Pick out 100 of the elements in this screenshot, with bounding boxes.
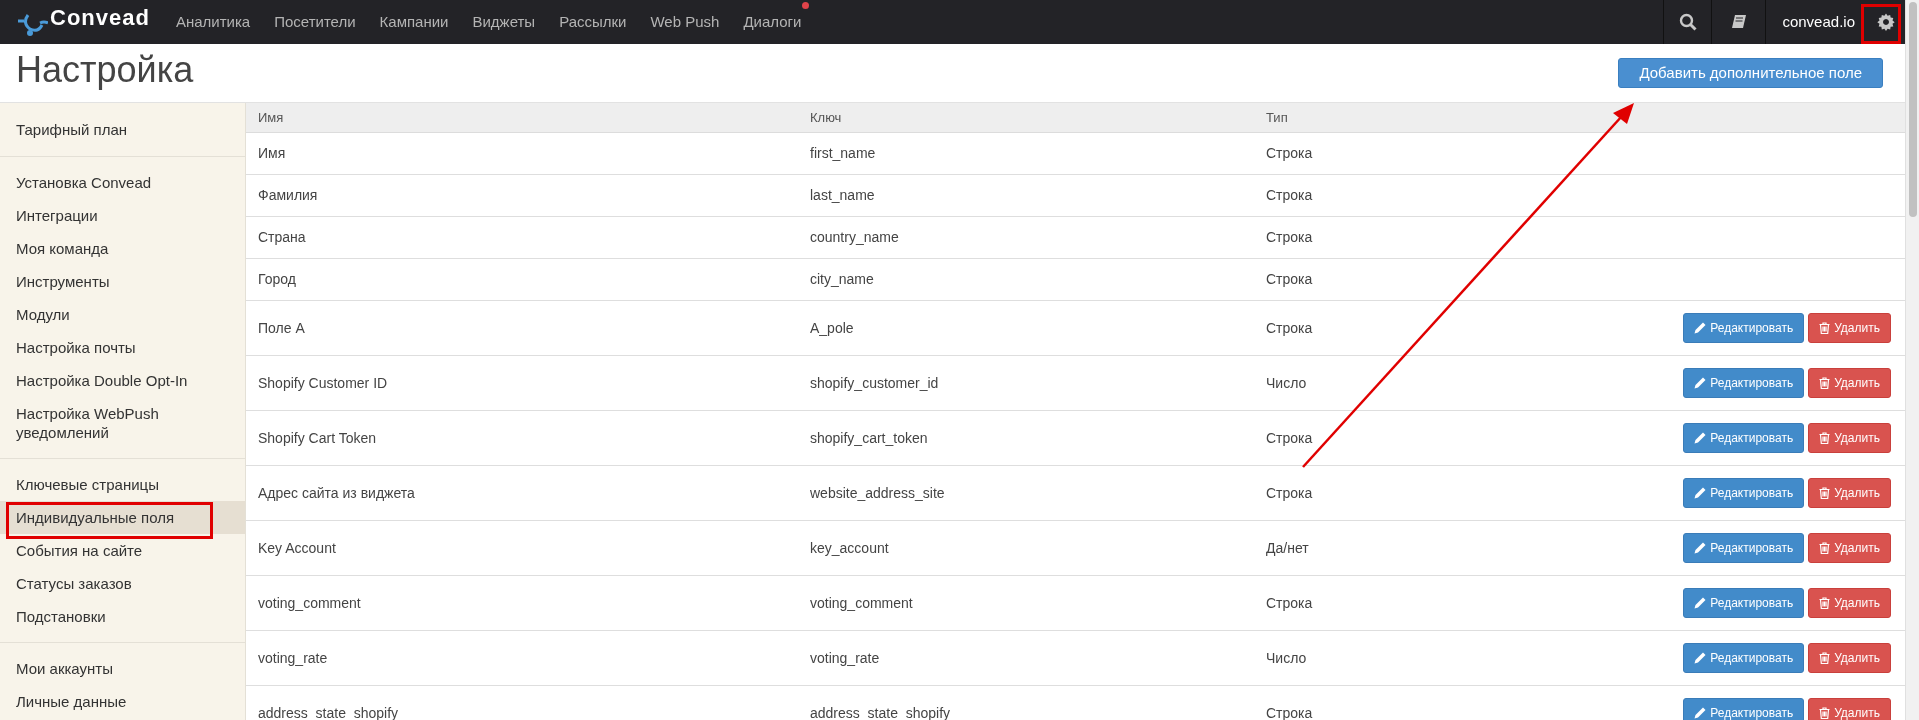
sidebar-item[interactable]: Настройка почты [0, 331, 245, 364]
column-header: Ключ [810, 109, 842, 125]
trash-icon [1819, 597, 1831, 609]
trash-icon [1819, 652, 1831, 664]
table-cell: Строка [1266, 145, 1313, 161]
sidebar-item[interactable]: Индивидуальные поля [0, 501, 245, 534]
table-cell: Число [1266, 649, 1307, 666]
edit-button[interactable]: Редактировать [1683, 643, 1805, 673]
sidebar-item[interactable]: Настройка WebPush уведомлений [0, 397, 245, 449]
sidebar-item[interactable]: Статусы заказов [0, 567, 245, 600]
table-cell: last_name [810, 187, 875, 203]
table-cell: Shopify Cart Token [258, 429, 377, 446]
delete-button[interactable]: Удалить [1808, 313, 1891, 343]
nav-link[interactable]: Кампании [379, 13, 449, 30]
search-icon[interactable] [1678, 13, 1697, 31]
pencil-icon [1694, 322, 1707, 334]
sidebar-item[interactable]: Настройка Double Opt-In [0, 364, 245, 397]
table-cell: Shopify Customer ID [258, 374, 388, 391]
pencil-icon [1694, 652, 1707, 664]
sidebar-item[interactable]: Интеграции [0, 199, 245, 232]
sidebar-item[interactable]: Мои аккаунты [0, 652, 245, 685]
account-name[interactable]: convead.io [1782, 10, 1855, 34]
logo-text[interactable]: Convead [50, 0, 150, 34]
page-title: Настройка [16, 48, 194, 92]
table-cell: address_state_shopify [258, 704, 399, 720]
trash-icon [1819, 322, 1831, 334]
sidebar-item[interactable]: Инструменты [0, 265, 245, 298]
table-cell: city_name [810, 271, 874, 287]
nav-link[interactable]: Рассылки [559, 13, 627, 30]
table-cell: country_name [810, 229, 899, 245]
scrollbar[interactable] [1905, 0, 1919, 720]
table-cell: voting_comment [810, 594, 913, 611]
table-cell: voting_comment [258, 594, 361, 611]
table-cell: Имя [258, 145, 286, 161]
sidebar-item[interactable]: Моя команда [0, 232, 245, 265]
table-cell: A_pole [810, 319, 854, 336]
table-cell: Строка [1266, 229, 1313, 245]
edit-button[interactable]: Редактировать [1683, 533, 1805, 563]
table-cell: website_address_site [810, 484, 945, 501]
sidebar-item[interactable]: Ключевые страницы [0, 468, 245, 501]
edit-button[interactable]: Редактировать [1683, 588, 1805, 618]
edit-button[interactable]: Редактировать [1683, 423, 1805, 453]
trash-icon [1819, 377, 1831, 389]
pencil-icon [1694, 487, 1707, 499]
table-cell: Строка [1266, 271, 1313, 287]
table-cell: first_name [810, 145, 876, 161]
book-icon[interactable] [1729, 13, 1748, 31]
table-cell: key_account [810, 539, 889, 556]
nav-link[interactable]: Аналитика [175, 13, 251, 30]
highlight-box [1861, 4, 1901, 44]
delete-button[interactable]: Удалить [1808, 423, 1891, 453]
delete-button[interactable]: Удалить [1808, 698, 1891, 720]
table-cell: shopify_customer_id [810, 374, 939, 391]
trash-icon [1819, 542, 1831, 554]
table-cell: Поле А [258, 319, 305, 336]
edit-button[interactable]: Редактировать [1683, 368, 1805, 398]
nav-link[interactable]: Web Push [650, 13, 720, 30]
sidebar-item[interactable]: События на сайте [0, 534, 245, 567]
table-cell: Город [258, 271, 296, 287]
table-cell: Строка [1266, 594, 1313, 611]
sidebar-item[interactable]: Подстановки [0, 600, 245, 633]
table-cell: Фамилия [258, 187, 318, 203]
edit-button[interactable]: Редактировать [1683, 313, 1805, 343]
trash-icon [1819, 432, 1831, 444]
delete-button[interactable]: Удалить [1808, 368, 1891, 398]
sidebar-item[interactable]: Модули [0, 298, 245, 331]
pencil-icon [1694, 542, 1707, 554]
pencil-icon [1694, 707, 1707, 719]
table-cell: Key Account [258, 539, 336, 556]
table-cell: voting_rate [810, 649, 880, 666]
column-header: Имя [258, 109, 284, 125]
table-cell: address_state_shopify [810, 704, 951, 720]
table-cell: Строка [1266, 484, 1313, 501]
pencil-icon [1694, 597, 1707, 609]
delete-button[interactable]: Удалить [1808, 643, 1891, 673]
delete-button[interactable]: Удалить [1808, 533, 1891, 563]
delete-button[interactable]: Удалить [1808, 478, 1891, 508]
nav-link[interactable]: Диалоги [743, 13, 802, 30]
trash-icon [1819, 487, 1831, 499]
pencil-icon [1694, 377, 1707, 389]
table-cell: voting_rate [258, 649, 328, 666]
pencil-icon [1694, 432, 1707, 444]
edit-button[interactable]: Редактировать [1683, 478, 1805, 508]
delete-button[interactable]: Удалить [1808, 588, 1891, 618]
table-cell: Да/нет [1266, 539, 1309, 556]
nav-link[interactable]: Посетители [274, 13, 356, 30]
table-cell: Строка [1266, 704, 1313, 720]
nav-link[interactable]: Виджеты [472, 13, 536, 30]
sidebar-item[interactable]: Личные данные [0, 685, 245, 718]
table-cell: shopify_cart_token [810, 429, 928, 446]
table-cell: Число [1266, 374, 1307, 391]
table-cell: Адрес сайта из виджета [258, 484, 415, 501]
edit-button[interactable]: Редактировать [1683, 698, 1805, 720]
trash-icon [1819, 707, 1831, 719]
table-cell: Страна [258, 229, 306, 245]
table-cell: Строка [1266, 187, 1313, 203]
column-header: Тип [1266, 109, 1288, 125]
sidebar-item[interactable]: Установка Convead [0, 166, 245, 199]
sidebar-item[interactable]: Тарифный план [0, 113, 245, 146]
settings-icon[interactable] [1877, 13, 1895, 31]
